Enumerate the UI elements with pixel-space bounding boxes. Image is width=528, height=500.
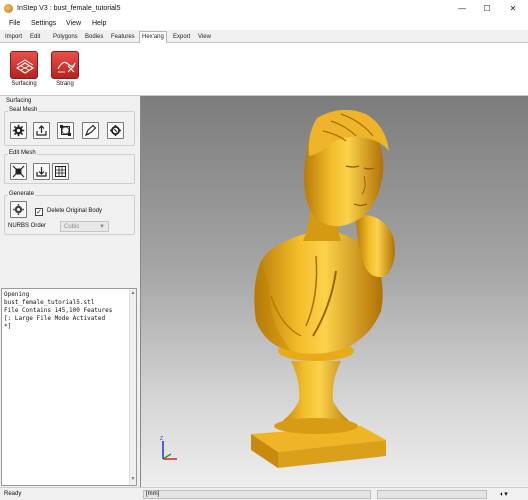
ribbon-tabs: Import Edit Polygons Bodies Features Hex… bbox=[0, 30, 528, 44]
tab-import[interactable]: Import bbox=[3, 32, 24, 43]
chevron-down-icon: ▼ bbox=[99, 224, 105, 230]
3d-viewport[interactable]: Z bbox=[140, 96, 528, 487]
console-line: [: Large File Mode Activated bbox=[4, 315, 106, 322]
strang-button[interactable] bbox=[51, 51, 79, 79]
surfacing-button-label: Surfacing bbox=[11, 81, 37, 87]
nurbs-order-label: NURBS Order bbox=[8, 223, 47, 229]
status-ready: Ready bbox=[4, 491, 22, 497]
tab-bodies[interactable]: Bodies bbox=[83, 32, 105, 43]
console-line: bust_female_tutorial5.stl bbox=[4, 299, 95, 306]
frame-icon[interactable] bbox=[57, 122, 74, 139]
menu-view[interactable]: View bbox=[66, 20, 81, 27]
generate-label: Generate bbox=[8, 191, 36, 197]
view-mode-icon[interactable]: ◐▾ bbox=[500, 490, 508, 498]
bust-model: Z bbox=[160, 109, 395, 468]
shrink-icon[interactable] bbox=[10, 163, 27, 180]
status-units-box: [mm] bbox=[143, 490, 371, 499]
tab-polygons[interactable]: Polygons bbox=[51, 32, 80, 43]
nurbs-order-value: Cubic bbox=[64, 224, 80, 230]
pen-icon[interactable] bbox=[82, 122, 99, 139]
seal-mesh-label: Seal Mesh bbox=[8, 107, 39, 113]
menu-settings[interactable]: Settings bbox=[31, 20, 56, 27]
progress-bar bbox=[377, 490, 487, 499]
menu-bar: File Settings View Help bbox=[0, 18, 528, 30]
app-icon bbox=[4, 4, 13, 13]
maximize-icon[interactable]: ☐ bbox=[476, 3, 498, 15]
status-units: [mm] bbox=[146, 491, 160, 497]
console-scrollbar[interactable]: ▲ ▼ bbox=[129, 289, 136, 485]
menu-help[interactable]: Help bbox=[92, 20, 106, 27]
strang-icon bbox=[57, 61, 76, 73]
title-bar: InStep V3 : bust_female_tutorial5 — ☐ ✕ bbox=[0, 0, 528, 18]
output-console[interactable]: Opening bust_female_tutorial5.stl File Con… bbox=[1, 288, 137, 486]
console-line: *] bbox=[4, 323, 12, 330]
svg-text:Z: Z bbox=[160, 436, 163, 442]
export-icon[interactable] bbox=[33, 122, 50, 139]
scroll-down-icon[interactable]: ▼ bbox=[130, 476, 136, 483]
tab-edit[interactable]: Edit bbox=[28, 32, 42, 43]
delete-original-label: Delete Original Body bbox=[47, 208, 103, 214]
surfacing-button[interactable] bbox=[10, 51, 38, 79]
console-line: File Contains 145,100 Features bbox=[4, 307, 113, 314]
minimize-icon[interactable]: — bbox=[451, 3, 473, 15]
tab-features[interactable]: Features bbox=[109, 32, 137, 43]
status-bar: Ready [mm] ◐▾ bbox=[0, 487, 528, 500]
console-line: Opening bbox=[4, 291, 30, 298]
tab-view[interactable]: View bbox=[196, 32, 213, 43]
scroll-up-icon[interactable]: ▲ bbox=[130, 290, 136, 297]
strang-button-label: Strang bbox=[56, 81, 74, 87]
download-icon[interactable] bbox=[33, 163, 50, 180]
nurbs-order-select[interactable]: Cubic ▼ bbox=[60, 221, 109, 232]
tab-export[interactable]: Export bbox=[171, 32, 192, 43]
surfacing-panel: Surfacing Seal Mesh Edit Mesh Generate ✓… bbox=[0, 96, 139, 286]
gear-icon[interactable] bbox=[10, 122, 27, 139]
edit-mesh-label: Edit Mesh bbox=[8, 150, 37, 156]
generate-gear-icon[interactable] bbox=[10, 201, 27, 218]
delete-original-checkbox[interactable]: ✓ bbox=[35, 208, 43, 216]
grid-icon[interactable] bbox=[52, 163, 69, 180]
ribbon-panel: Surfacing Strang bbox=[0, 43, 528, 96]
panel-title: Surfacing bbox=[6, 98, 32, 104]
surfacing-icon bbox=[15, 59, 35, 74]
console-log: Opening bust_female_tutorial5.stl File Con… bbox=[4, 291, 112, 331]
settings-icon[interactable] bbox=[107, 122, 124, 139]
window-title: InStep V3 : bust_female_tutorial5 bbox=[17, 5, 121, 12]
close-icon[interactable]: ✕ bbox=[502, 3, 524, 15]
menu-file[interactable]: File bbox=[9, 20, 20, 27]
